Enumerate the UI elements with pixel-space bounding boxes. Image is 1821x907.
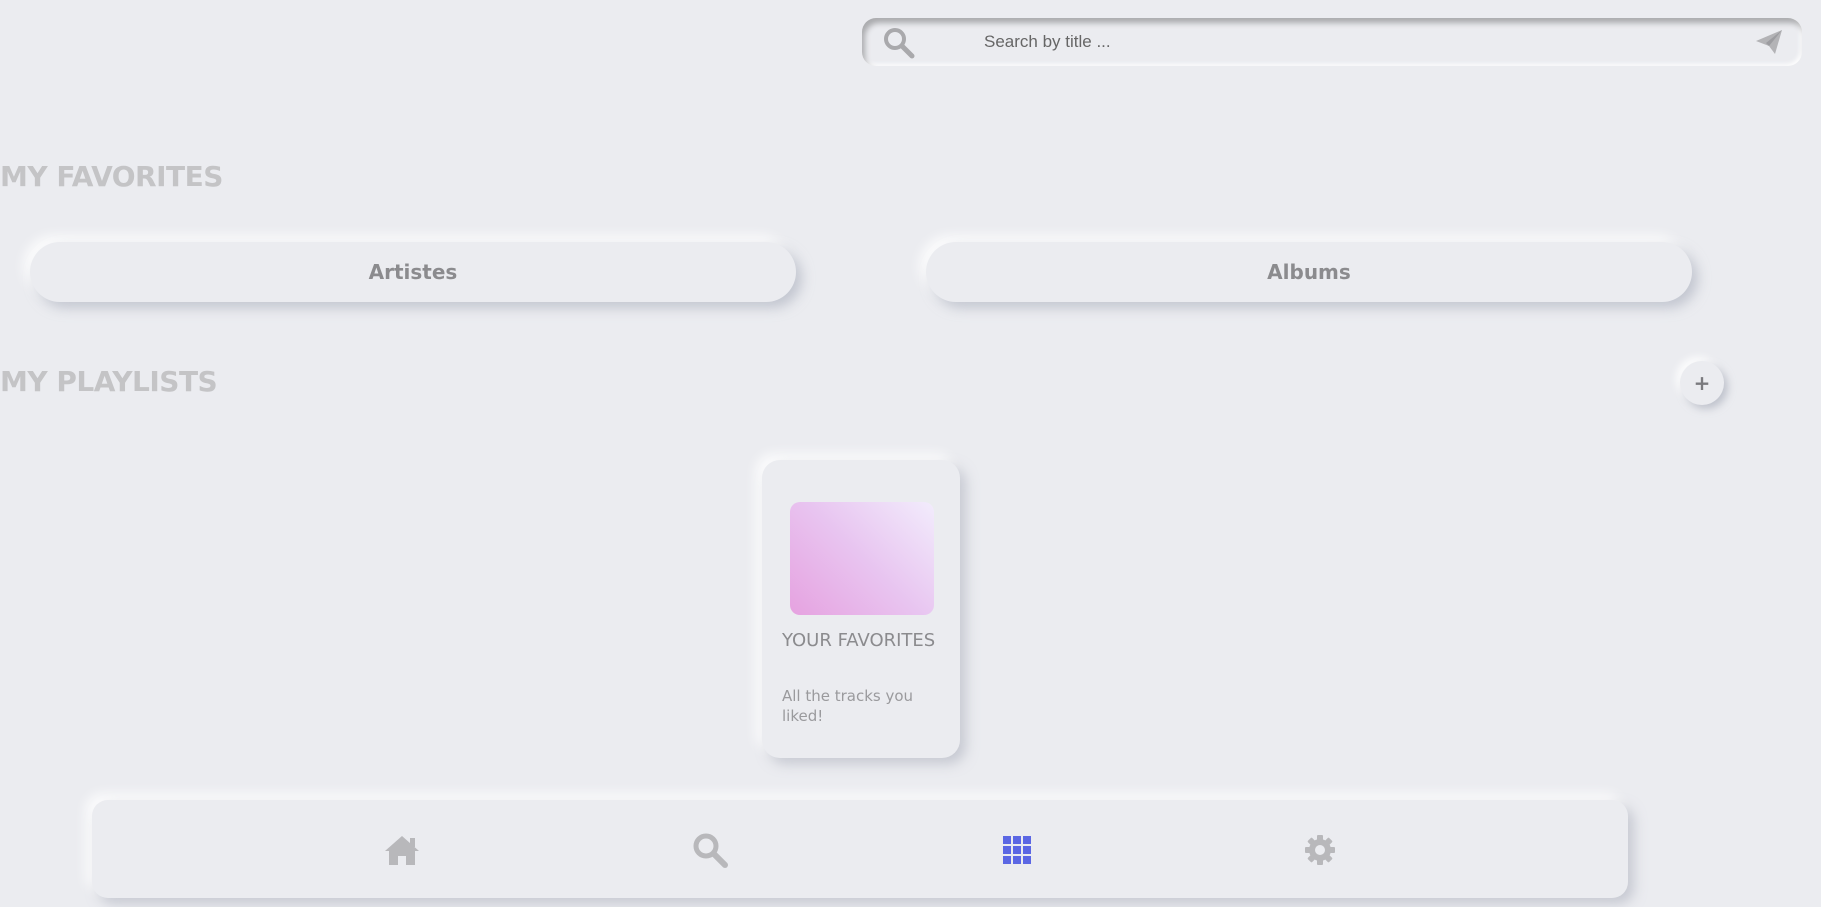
playlists-section-title: MY PLAYLISTS xyxy=(0,365,218,398)
albums-button-label: Albums xyxy=(1267,260,1351,284)
artists-button[interactable]: Artistes xyxy=(30,242,796,302)
add-playlist-button[interactable]: + xyxy=(1680,361,1724,405)
nav-library[interactable] xyxy=(997,830,1037,870)
playlist-description: All the tracks you liked! xyxy=(782,687,914,725)
app-page: MY FAVORITES Artistes Albums MY PLAYLIST… xyxy=(0,0,1821,907)
search-input[interactable] xyxy=(982,28,1586,56)
playlist-name: YOUR FAVORITES xyxy=(782,630,936,651)
bottom-nav xyxy=(92,800,1628,898)
nav-search[interactable] xyxy=(690,830,730,870)
nav-home[interactable] xyxy=(382,830,422,870)
home-icon xyxy=(385,836,419,865)
plus-icon: + xyxy=(1693,371,1711,395)
search-bar xyxy=(862,18,1802,66)
nav-settings[interactable] xyxy=(1300,830,1340,870)
search-icon[interactable] xyxy=(882,26,916,60)
artists-button-label: Artistes xyxy=(368,260,458,284)
gear-icon xyxy=(1305,835,1335,865)
grid-icon xyxy=(1003,836,1031,864)
search-icon xyxy=(693,833,728,868)
paper-plane-icon[interactable] xyxy=(1754,27,1784,57)
playlist-card[interactable]: YOUR FAVORITES All the tracks you liked! xyxy=(762,460,960,758)
albums-button[interactable]: Albums xyxy=(926,242,1692,302)
playlist-cover xyxy=(790,502,934,615)
favorites-section-title: MY FAVORITES xyxy=(0,160,223,193)
